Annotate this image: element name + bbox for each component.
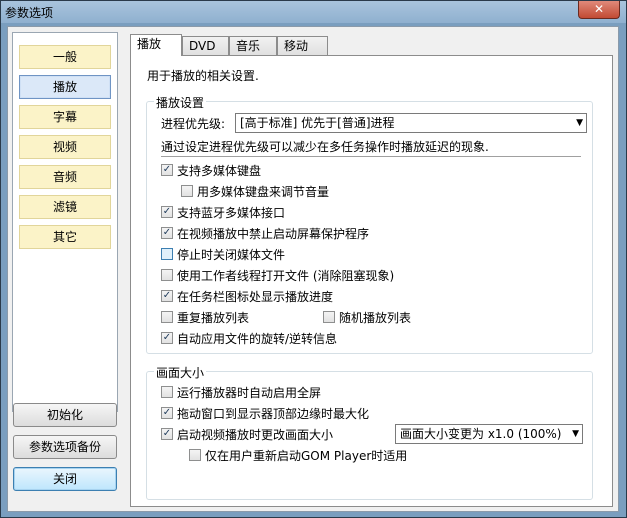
screen-size-legend: 画面大小 — [154, 364, 207, 381]
block-screensaver-label[interactable]: 在视频播放中禁止启动屏幕保护程序 — [177, 225, 369, 242]
repeat-playlist-label[interactable]: 重复播放列表 — [177, 309, 249, 326]
worker-thread-checkbox[interactable] — [161, 269, 173, 281]
screen-size-dropdown-value: 画面大小变更为 x1.0 (100%) — [400, 427, 562, 441]
tab-mobile[interactable]: 移动 — [277, 36, 328, 55]
close-on-stop-label[interactable]: 停止时关闭媒体文件 — [177, 246, 285, 263]
close-on-stop-checkbox[interactable] — [161, 248, 173, 260]
taskbar-progress-checkbox[interactable]: ✓ — [161, 290, 173, 302]
reset-button[interactable]: 初始化 — [13, 403, 117, 427]
priority-hint: 通过设定进程优先级可以减少在多任务操作时播放延迟的现象. — [161, 140, 489, 154]
drag-maximize-label[interactable]: 拖动窗口到显示器顶部边缘时最大化 — [177, 405, 369, 422]
random-playlist-checkbox[interactable] — [323, 311, 335, 323]
only-on-restart-label[interactable]: 仅在用户重新启动GOM Player时适用 — [205, 447, 407, 464]
playback-panel: 用于播放的相关设置. 播放设置 进程优先级: [高于标准] 优先于[普通]进程 … — [130, 55, 613, 507]
priority-dropdown[interactable]: [高于标准] 优先于[普通]进程 ▼ — [235, 113, 587, 133]
auto-rotate-label[interactable]: 自动应用文件的旋转/逆转信息 — [177, 330, 337, 347]
mm-keyboard-volume-checkbox[interactable] — [181, 185, 193, 197]
panel-description: 用于播放的相关设置. — [147, 69, 259, 83]
chevron-down-icon: ▼ — [572, 429, 579, 439]
bluetooth-interface-checkbox[interactable]: ✓ — [161, 206, 173, 218]
dialog-client: 一般 播放 字幕 视频 音频 滤镜 其它 初始化 参数选项备份 关闭 播放 DV… — [7, 26, 619, 512]
multimedia-keyboard-checkbox[interactable]: ✓ — [161, 164, 173, 176]
tab-playback[interactable]: 播放 — [130, 34, 182, 56]
divider — [161, 156, 581, 157]
random-playlist-label[interactable]: 随机播放列表 — [339, 309, 411, 326]
block-screensaver-checkbox[interactable]: ✓ — [161, 227, 173, 239]
chevron-down-icon: ▼ — [576, 118, 583, 128]
auto-fullscreen-checkbox[interactable] — [161, 386, 173, 398]
multimedia-keyboard-label[interactable]: 支持多媒体键盘 — [177, 162, 261, 179]
sidebar-item-playback[interactable]: 播放 — [19, 75, 111, 99]
playback-settings-legend: 播放设置 — [154, 94, 207, 111]
taskbar-progress-label[interactable]: 在任务栏图标处显示播放进度 — [177, 288, 333, 305]
priority-dropdown-value: [高于标准] 优先于[普通]进程 — [240, 116, 395, 130]
backup-settings-button[interactable]: 参数选项备份 — [13, 435, 117, 459]
sidebar-item-audio[interactable]: 音频 — [19, 165, 111, 189]
sidebar-item-other[interactable]: 其它 — [19, 225, 111, 249]
worker-thread-label[interactable]: 使用工作者线程打开文件 (消除阻塞现象) — [177, 267, 394, 284]
bluetooth-interface-label[interactable]: 支持蓝牙多媒体接口 — [177, 204, 285, 221]
auto-fullscreen-label[interactable]: 运行播放器时自动启用全屏 — [177, 384, 321, 401]
repeat-playlist-checkbox[interactable] — [161, 311, 173, 323]
auto-rotate-checkbox[interactable]: ✓ — [161, 332, 173, 344]
close-button[interactable]: 关闭 — [13, 467, 117, 491]
only-on-restart-checkbox[interactable] — [189, 449, 201, 461]
preferences-window: 参数选项 ✕ 一般 播放 字幕 视频 音频 滤镜 其它 初始化 参数选项备份 关… — [0, 0, 627, 518]
title-bar[interactable]: 参数选项 ✕ — [1, 1, 626, 23]
change-size-on-start-label[interactable]: 启动视频播放时更改画面大小 — [177, 426, 333, 443]
sidebar-item-video[interactable]: 视频 — [19, 135, 111, 159]
priority-label: 进程优先级: — [161, 117, 226, 131]
tab-dvd[interactable]: DVD — [182, 36, 229, 55]
window-title: 参数选项 — [5, 6, 54, 20]
sidebar-item-subtitles[interactable]: 字幕 — [19, 105, 111, 129]
screen-size-dropdown[interactable]: 画面大小变更为 x1.0 (100%) ▼ — [395, 424, 583, 444]
mm-keyboard-volume-label[interactable]: 用多媒体键盘来调节音量 — [197, 183, 329, 200]
change-size-on-start-checkbox[interactable]: ✓ — [161, 428, 173, 440]
sidebar-item-filters[interactable]: 滤镜 — [19, 195, 111, 219]
sidebar-item-general[interactable]: 一般 — [19, 45, 111, 69]
category-sidebar: 一般 播放 字幕 视频 音频 滤镜 其它 — [12, 32, 118, 412]
close-window-button[interactable]: ✕ — [578, 1, 620, 19]
tab-music[interactable]: 音乐 — [229, 36, 277, 55]
drag-maximize-checkbox[interactable]: ✓ — [161, 407, 173, 419]
